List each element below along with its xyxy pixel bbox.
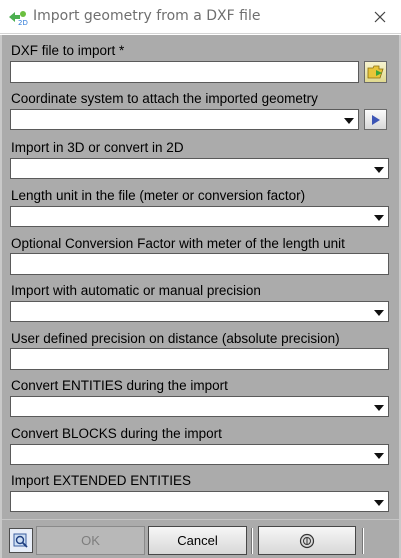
navigate-coordinate-system-button[interactable]	[364, 109, 387, 130]
convert-entities-select[interactable]	[10, 396, 389, 417]
dxf-file-label: DXF file to import *	[11, 43, 125, 58]
coordinate-system-select[interactable]	[10, 109, 359, 130]
zoom-preview-button[interactable]	[9, 528, 33, 553]
footer-divider	[251, 528, 253, 554]
play-arrow-icon	[371, 114, 380, 125]
precision-mode-label: Import with automatic or manual precisio…	[11, 283, 261, 298]
user-precision-input[interactable]	[10, 348, 389, 370]
conversion-factor-label: Optional Conversion Factor with meter of…	[11, 236, 345, 251]
footer-divider	[362, 528, 364, 554]
chevron-down-icon	[374, 310, 384, 316]
browse-file-button[interactable]	[364, 61, 387, 83]
dxf-file-input[interactable]	[10, 61, 359, 83]
close-button[interactable]	[366, 4, 394, 30]
conversion-factor-input[interactable]	[10, 253, 389, 275]
chevron-down-icon	[374, 405, 384, 411]
convert-blocks-select[interactable]	[10, 444, 389, 465]
user-precision-label: User defined precision on distance (abso…	[11, 331, 340, 346]
length-unit-label: Length unit in the file (meter or conver…	[11, 188, 306, 203]
zoom-preview-icon	[13, 533, 28, 548]
convert-entities-label: Convert ENTITIES during the import	[11, 378, 228, 393]
convert-blocks-label: Convert BLOCKS during the import	[11, 426, 222, 441]
close-icon	[374, 11, 386, 23]
precision-mode-select[interactable]	[10, 301, 389, 322]
chevron-down-icon	[374, 453, 384, 459]
chevron-down-icon	[374, 500, 384, 506]
coordinate-system-label: Coordinate system to attach the imported…	[11, 91, 318, 106]
length-unit-select[interactable]	[10, 206, 389, 227]
ok-button[interactable]: OK	[36, 526, 145, 555]
chevron-down-icon	[344, 118, 354, 124]
window-title: Import geometry from a DXF file	[33, 8, 261, 24]
import-geometry-icon: 2D	[9, 11, 28, 26]
help-icon	[299, 533, 315, 548]
import-mode-label: Import in 3D or convert in 2D	[11, 140, 184, 155]
svg-text:2D: 2D	[18, 19, 28, 26]
import-mode-select[interactable]	[10, 158, 389, 179]
chevron-down-icon	[374, 167, 384, 173]
extended-entities-label: Import EXTENDED ENTITIES	[11, 473, 192, 488]
dialog-footer: OK Cancel	[2, 519, 399, 558]
help-button[interactable]	[258, 526, 356, 555]
folder-open-icon	[367, 65, 384, 79]
chevron-down-icon	[374, 215, 384, 221]
extended-entities-select[interactable]	[10, 491, 389, 512]
import-dxf-dialog: DXF file to import * Coordinate system t…	[0, 35, 401, 558]
title-bar: 2D Import geometry from a DXF file	[0, 0, 401, 34]
cancel-button[interactable]: Cancel	[148, 526, 247, 555]
